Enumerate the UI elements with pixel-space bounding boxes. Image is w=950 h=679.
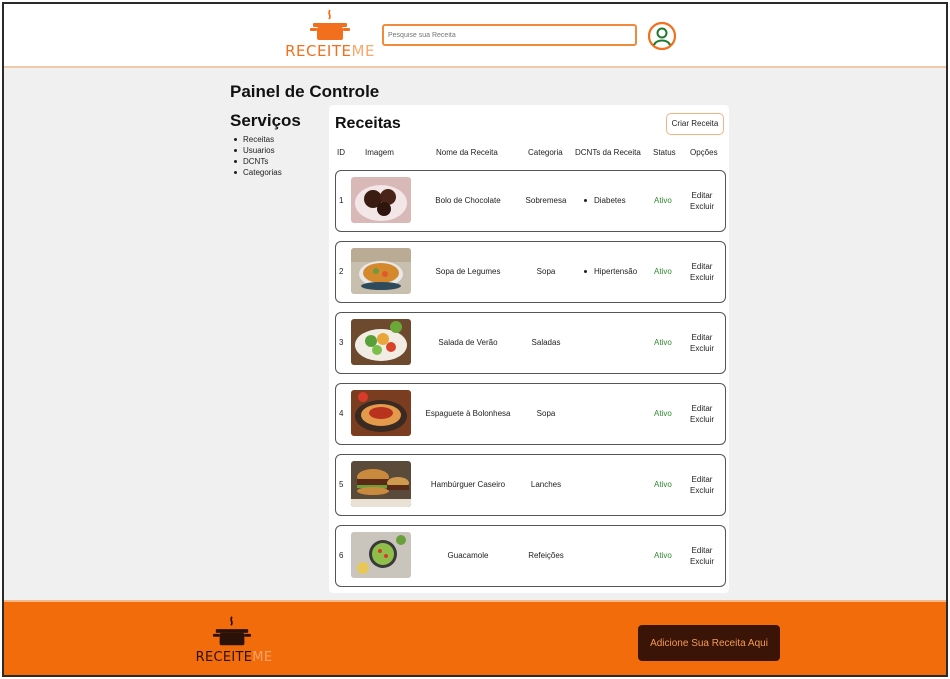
column-header-name: Nome da Receita [436,148,498,157]
table-row: 3 Salada de Verão Saladas Ativo Editar E… [335,312,726,374]
logo[interactable]: RECEITEME [285,8,375,62]
recipe-thumbnail [351,532,411,578]
recipe-category: Sopa [536,409,556,418]
edit-link[interactable]: Editar [690,545,714,556]
recipe-dcnt: Diabetes [584,196,626,205]
delete-link[interactable]: Excluir [690,485,714,496]
services-item-categorias[interactable]: Categorias [234,167,282,178]
footer-logo[interactable]: RECEITEME [194,614,274,666]
table-row: 4 Espaguete à Bolonhesa Sopa Ativo Edita… [335,383,726,445]
status-badge: Ativo [654,551,672,560]
recipe-options: Editar Excluir [690,332,714,354]
recipe-id: 5 [339,480,344,489]
recipe-thumbnail [351,461,411,507]
services-nav: Receitas Usuarios DCNTs Categorias [234,134,282,178]
recipe-category: Lanches [530,480,562,489]
recipe-id: 6 [339,551,344,560]
app-frame: RECEITEME Painel de Controle Serviços Re… [2,2,948,677]
edit-link[interactable]: Editar [690,474,714,485]
user-avatar-icon[interactable] [647,21,677,51]
services-item-receitas[interactable]: Receitas [234,134,282,145]
add-recipe-button[interactable]: Adicione Sua Receita Aqui [638,625,780,661]
recipe-id: 2 [339,267,344,276]
table-row: 2 Sopa de Legumes Sopa Hipertensão Ativo… [335,241,726,303]
recipe-name: Guacamole [447,551,489,560]
column-header-dcnts: DCNTs da Receita [575,148,641,157]
create-recipe-button[interactable]: Criar Receita [666,113,724,135]
search-input[interactable] [388,30,631,40]
edit-link[interactable]: Editar [690,190,714,201]
status-badge: Ativo [654,338,672,347]
recipe-category: Saladas [531,338,561,347]
column-header-image: Imagem [365,148,394,157]
recipe-options: Editar Excluir [690,261,714,283]
recipe-id: 4 [339,409,344,418]
table-row: 5 Hambúrguer Caseiro Lanches Ativo Edita… [335,454,726,516]
delete-link[interactable]: Excluir [690,343,714,354]
status-badge: Ativo [654,267,672,276]
recipe-category: Sopa [536,267,556,276]
column-header-category: Categoria [528,148,563,157]
recipe-category: Refeições [528,551,564,560]
recipe-thumbnail [351,319,411,365]
delete-link[interactable]: Excluir [690,272,714,283]
footer-logo-text: RECEITEME [195,650,273,665]
status-badge: Ativo [654,196,672,205]
cooking-pot-icon [212,616,252,646]
recipe-name: Bolo de Chocolate [435,196,501,205]
recipe-name: Espaguete à Bolonhesa [425,409,511,418]
recipe-options: Editar Excluir [690,403,714,425]
recipe-thumbnail [351,177,411,223]
recipe-thumbnail [351,390,411,436]
recipe-id: 1 [339,196,344,205]
recipe-options: Editar Excluir [690,474,714,496]
recipe-thumbnail [351,248,411,294]
edit-link[interactable]: Editar [690,261,714,272]
column-header-status: Status [653,148,676,157]
recipe-name: Hambúrguer Caseiro [430,480,506,489]
recipe-category: Sobremesa [525,196,567,205]
recipe-dcnt: Hipertensão [584,267,637,276]
column-header-id: ID [337,148,345,157]
header: RECEITEME [4,4,946,68]
recipe-name: Sopa de Legumes [435,267,501,276]
delete-link[interactable]: Excluir [690,556,714,567]
column-header-options: Opções [690,148,718,157]
page-title: Painel de Controle [230,82,380,101]
recipe-options: Editar Excluir [690,545,714,567]
cooking-pot-icon [310,9,350,40]
services-item-dcnts[interactable]: DCNTs [234,156,282,167]
recipe-name: Salada de Verão [438,338,498,347]
recipe-options: Editar Excluir [690,190,714,212]
services-item-usuarios[interactable]: Usuarios [234,145,282,156]
table-row: 1 Bolo de Chocolate Sobremesa Diabetes A… [335,170,726,232]
services-title: Serviços [230,111,301,130]
logo-text: RECEITEME [285,42,375,60]
table-row: 6 Guacamole Refeições Ativo Editar Exclu… [335,525,726,587]
edit-link[interactable]: Editar [690,403,714,414]
delete-link[interactable]: Excluir [690,201,714,212]
delete-link[interactable]: Excluir [690,414,714,425]
footer: RECEITEME Adicione Sua Receita Aqui [4,600,946,675]
recipe-id: 3 [339,338,344,347]
search-box[interactable] [382,24,637,46]
status-badge: Ativo [654,409,672,418]
status-badge: Ativo [654,480,672,489]
edit-link[interactable]: Editar [690,332,714,343]
recipes-card: Receitas Criar Receita ID Imagem Nome da… [329,105,729,593]
recipes-title: Receitas [335,115,401,132]
